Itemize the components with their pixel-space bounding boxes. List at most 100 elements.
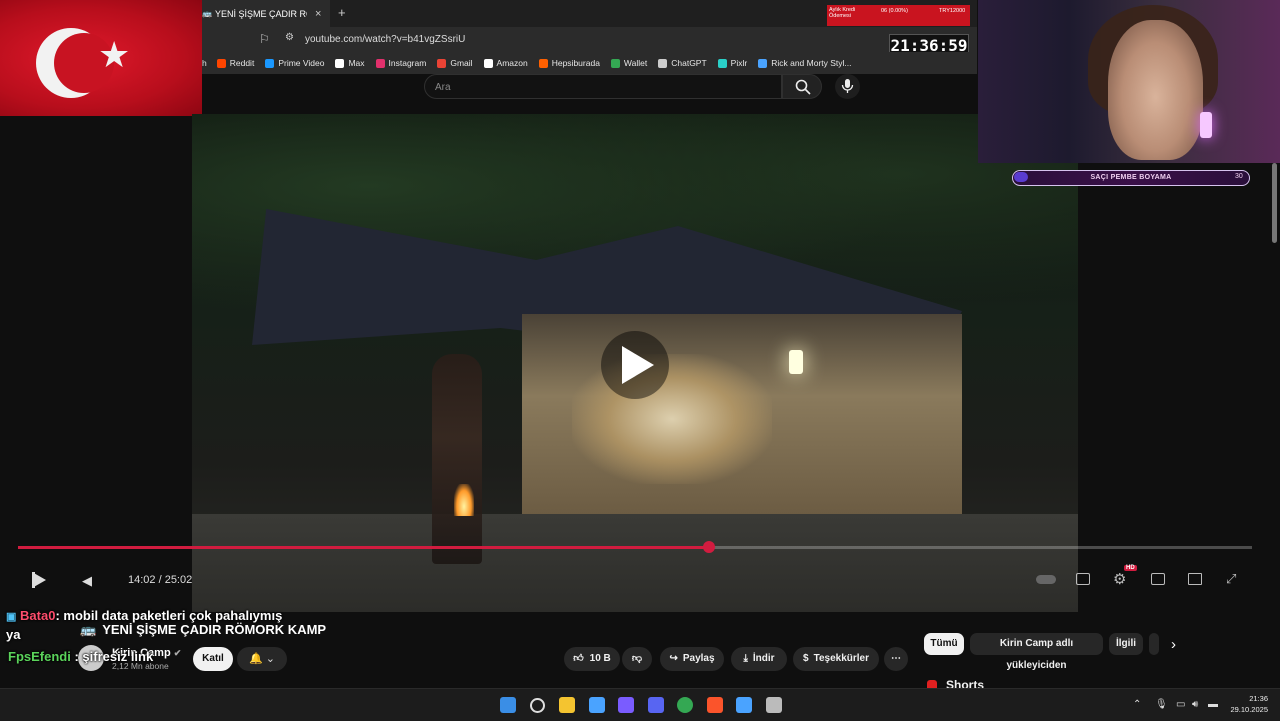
notification-bell-button[interactable]: 🔔 ⌄ <box>237 647 287 671</box>
like-count: 10 B <box>589 653 611 664</box>
hd-badge: HD <box>1124 565 1137 571</box>
progress-bar-fill <box>18 546 710 549</box>
bookmark-amazon[interactable]: Amazon <box>483 58 528 68</box>
join-button[interactable]: Katıl <box>193 647 233 671</box>
bookmark-prime-video[interactable]: Prime Video <box>265 58 324 68</box>
bookmark-pixlr[interactable]: Pixlr <box>717 58 747 68</box>
share-label: Paylaş <box>682 653 715 664</box>
bookmark-label: Rick and Morty Styl... <box>771 58 852 68</box>
bank-widget: Aylık Kredi Ödemesi 06 (0.00%) TRY12000 <box>827 5 970 26</box>
chat-text: : şifresiz link <box>74 649 154 664</box>
app-icon[interactable] <box>618 697 634 713</box>
bookmark-label: ChatGPT <box>671 58 707 68</box>
miniplayer-icon[interactable] <box>1151 573 1165 585</box>
thanks-label: Teşekkürler <box>813 653 869 664</box>
chip-more-partial[interactable] <box>1149 633 1159 655</box>
thanks-button[interactable]: $ Teşekkürler <box>793 647 879 671</box>
bookmark-reddit[interactable]: Reddit <box>216 58 254 68</box>
new-tab-button[interactable]: + <box>338 5 346 20</box>
settings-icon[interactable]: ⚙ <box>1113 570 1126 588</box>
chip-all[interactable]: Tümü <box>924 633 964 655</box>
volume-icon[interactable]: ◀ <box>82 573 92 589</box>
url-text[interactable]: youtube.com/watch?v=b41vgZSsriU <box>305 34 465 45</box>
address-bar: ⚐ ⚙ youtube.com/watch?v=b41vgZSsriU <box>202 27 977 52</box>
network-icon[interactable]: ▭ <box>1176 699 1185 710</box>
turkish-flag-overlay: ★ <box>0 0 202 116</box>
microphone-tray-icon[interactable]: 🎙︎ <box>1155 699 1168 710</box>
taskbar-date[interactable]: 29.10.2025 <box>1222 705 1268 714</box>
search-input[interactable]: Ara <box>424 74 782 99</box>
search-icon[interactable] <box>529 698 545 713</box>
share-icon: ↪ <box>669 653 678 664</box>
chip-uploader[interactable]: Kirin Camp adlı yükleyiciden <box>970 633 1103 671</box>
battery-icon[interactable]: ▬ <box>1208 699 1218 710</box>
streamer-webcam <box>978 0 1280 163</box>
bookmark-max[interactable]: Max <box>335 58 365 68</box>
app2-icon[interactable] <box>736 697 752 713</box>
chat-badge-icon: ▣ <box>6 611 17 623</box>
like-button[interactable]: 👍︎ 10 B <box>564 647 620 671</box>
tab-favicon-icon: 🚌 <box>202 9 212 18</box>
windows-start-icon[interactable] <box>500 697 516 713</box>
flag-star-icon: ★ <box>98 35 131 76</box>
bookmark-hepsiburada[interactable]: Hepsiburada <box>538 58 600 68</box>
chat-message: FpsEfendi : şifresiz link <box>8 649 153 664</box>
share-button[interactable]: ↪ Paylaş <box>660 647 724 671</box>
bookmark-label: Instagram <box>388 58 427 68</box>
bookmarks-bar: h Reddit Prime Video Max Instagram Gmail Amaz… <box>202 52 977 74</box>
voice-search-button[interactable] <box>835 74 860 99</box>
taskbar-time[interactable]: 21:36 <box>1228 694 1268 703</box>
tray-chevron-icon[interactable]: ⌃ <box>1133 699 1141 710</box>
search-button[interactable] <box>782 74 822 99</box>
video-player[interactable] <box>192 114 1078 612</box>
discord-icon[interactable] <box>647 697 664 713</box>
bookmark-wallet[interactable]: Wallet <box>610 58 647 68</box>
dislike-button[interactable]: 👎︎ <box>622 647 652 671</box>
file-explorer-icon[interactable] <box>559 697 575 713</box>
chrome-icon[interactable] <box>677 697 693 713</box>
cast-icon[interactable] <box>1188 573 1202 585</box>
store-icon[interactable] <box>588 697 605 713</box>
bookmark-chatgpt[interactable]: ChatGPT <box>658 58 707 68</box>
chip-related[interactable]: İlgili <box>1109 633 1143 655</box>
play-icon <box>622 346 654 384</box>
browser-tab[interactable]: 🚌 YENİ ŞİŞME ÇADIR RÖMORK × <box>202 0 330 27</box>
bookmark-label: Hepsiburada <box>551 58 600 68</box>
bookmark-instagram[interactable]: Instagram <box>375 58 427 68</box>
amazon-icon <box>483 58 493 68</box>
youtube-header: Ara <box>202 74 977 114</box>
windows-taskbar: ⌃ 🎙︎ ▭ 🔊︎ ▬ 21:36 29.10.2025 <box>0 688 1280 721</box>
thumbs-down-icon: 👎︎ <box>631 653 643 664</box>
page-scrollbar[interactable] <box>1272 163 1277 243</box>
hepsiburada-icon <box>538 58 548 68</box>
chevron-right-icon[interactable]: › <box>1171 636 1176 653</box>
video-lamp <box>789 350 803 374</box>
bookmark-rick-and-morty-styl[interactable]: Rick and Morty Styl... <box>758 58 852 68</box>
bookmark-truncated[interactable]: h <box>202 58 207 68</box>
fullscreen-icon[interactable]: ⤢ <box>1226 571 1236 587</box>
bookmark-label: Amazon <box>496 58 528 68</box>
subtitles-icon[interactable] <box>1076 573 1090 585</box>
donation-goal-banner: SAÇI PEMBE BOYAMA <box>1012 170 1250 186</box>
download-button[interactable]: ⤓ İndir <box>731 647 787 671</box>
brave-icon[interactable] <box>706 697 723 713</box>
bookmark-gmail[interactable]: Gmail <box>437 58 473 68</box>
bookmark-icon[interactable]: ⚐ <box>259 32 270 46</box>
gem-icon <box>1014 172 1028 182</box>
bank-label: Aylık Kredi Ödemesi <box>829 7 856 19</box>
progress-scrubber[interactable] <box>703 541 716 553</box>
webcam-face <box>1108 20 1203 160</box>
bookmark-label: Max <box>348 58 365 68</box>
download-label: İndir <box>752 653 775 664</box>
autoplay-toggle-icon[interactable] <box>1036 575 1056 584</box>
rick-morty-icon <box>758 58 768 68</box>
site-settings-icon[interactable]: ⚙ <box>285 32 294 43</box>
app3-icon[interactable] <box>765 697 782 713</box>
tab-close-icon[interactable]: × <box>315 8 321 20</box>
webcam-lamp <box>1200 112 1212 138</box>
thanks-icon: $ <box>803 653 809 664</box>
video-person <box>432 354 482 564</box>
more-actions-button[interactable]: ⋯ <box>884 647 908 671</box>
chat-username: Bata0 <box>20 608 56 623</box>
volume-tray-icon[interactable]: 🔊︎ <box>1192 699 1198 710</box>
